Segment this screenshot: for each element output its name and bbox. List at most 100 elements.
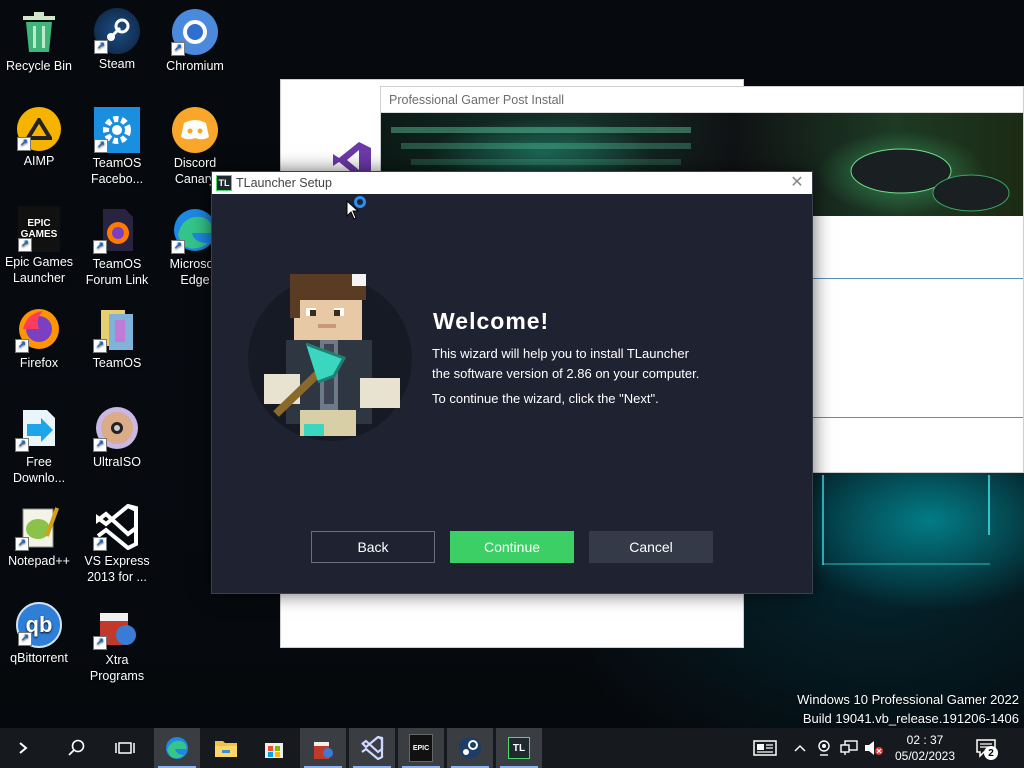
shortcut-arrow-icon: ↗	[93, 339, 107, 353]
clock[interactable]: 02 : 37 05/02/2023	[888, 728, 962, 768]
xtra-programs-icon: ↗	[93, 602, 141, 650]
shortcut-arrow-icon: ↗	[93, 537, 107, 551]
recycle-bin-icon	[15, 8, 63, 56]
clock-date: 05/02/2023	[894, 749, 956, 763]
qbittorrent-icon: qb ↗	[16, 602, 62, 648]
desktop-icon-vs-express[interactable]: ↗ VS Express 2013 for ...	[78, 503, 156, 585]
wallpaper-glow-line	[822, 563, 990, 565]
visual-studio-icon	[361, 736, 384, 760]
shortcut-arrow-icon: ↗	[17, 137, 31, 151]
taskbar-app-steam[interactable]	[447, 728, 493, 768]
notepad-plus-plus-icon: ↗	[15, 503, 63, 551]
keyboard-keys	[401, 143, 691, 149]
gamepad-icon	[850, 148, 1010, 212]
desktop-icon-label: Firefox	[19, 356, 59, 370]
desktop-icon-qbittorrent[interactable]: qb ↗ qBittorrent	[0, 602, 78, 666]
desktop-icon-steam[interactable]: ↗ Steam	[78, 8, 156, 72]
shortcut-arrow-icon: ↗	[94, 40, 108, 54]
task-view-icon[interactable]	[102, 728, 148, 768]
desktop-icon-epic-games[interactable]: EPIC GAMES ↗ Epic Games Launcher	[0, 206, 78, 286]
discord-icon	[172, 107, 218, 153]
desktop-icon-label: Chromium	[166, 59, 224, 73]
keyboard-keys	[411, 159, 681, 165]
visual-studio-icon: ↗	[93, 503, 141, 551]
taskbar-app-edge[interactable]	[154, 728, 200, 768]
taskbar-app-tlauncher[interactable]: TL	[496, 728, 542, 768]
welcome-heading: Welcome!	[433, 308, 550, 334]
desktop-icon-aimp[interactable]: ↗ AIMP	[0, 107, 78, 169]
wallpaper-glow-line	[988, 475, 990, 535]
desktop-icon-label: VS Express 2013 for ...	[84, 554, 150, 584]
qbittorrent-logo-text: qb	[25, 612, 53, 637]
shortcut-arrow-icon: ↗	[18, 238, 32, 252]
taskbar-app-file-explorer[interactable]	[203, 728, 249, 768]
notification-center-icon[interactable]: 2	[970, 728, 1004, 768]
shortcut-arrow-icon: ↗	[171, 240, 185, 254]
edge-icon	[166, 737, 188, 759]
taskbar-app-xtra-programs[interactable]	[300, 728, 346, 768]
tlauncher-icon: TL	[216, 175, 232, 191]
epic-logo-text: EPIC GAMES	[20, 218, 58, 240]
taskbar-app-store[interactable]	[251, 728, 297, 768]
notification-count-badge: 2	[984, 746, 998, 760]
tlauncher-setup-dialog[interactable]: TL TLauncher Setup ✕ Welcome! This wizar…	[211, 171, 813, 594]
desktop-icon-label: TeamOS Facebo...	[90, 156, 144, 186]
shortcut-arrow-icon: ↗	[171, 42, 185, 56]
desktop-icon-label: TeamOS Forum Link	[85, 257, 149, 287]
clock-time: 02 : 37	[906, 733, 944, 747]
shortcut-arrow-icon: ↗	[93, 438, 107, 452]
shortcut-arrow-icon: ↗	[15, 537, 29, 551]
disc-icon: ↗	[93, 404, 141, 452]
desktop-icon-recycle-bin[interactable]: Recycle Bin	[0, 8, 78, 74]
volume-muted-icon[interactable]	[862, 728, 886, 768]
desktop-icon-label: AIMP	[23, 154, 55, 168]
wizard-description: This wizard will help you to install TLa…	[432, 344, 699, 384]
close-icon[interactable]: ✕	[788, 174, 806, 192]
desktop-icon-firefox[interactable]: ↗ Firefox	[0, 305, 78, 371]
steam-icon: ↗	[94, 8, 140, 54]
desktop-icon-xtra-programs[interactable]: ↗ Xtra Programs	[78, 602, 156, 684]
desktop-icon-teamos-forum-link[interactable]: ↗ TeamOS Forum Link	[78, 206, 156, 288]
wallpaper-glow-line	[822, 475, 824, 565]
shortcut-arrow-icon: ↗	[15, 438, 29, 452]
desktop-icon-label: TeamOS	[92, 356, 142, 370]
free-download-manager-icon: ↗	[15, 404, 63, 452]
taskbar-app-visual-studio[interactable]	[349, 728, 395, 768]
webcam-icon[interactable]	[814, 728, 834, 768]
taskbar-app-epic-games[interactable]: EPIC	[398, 728, 444, 768]
cancel-button[interactable]: Cancel	[589, 531, 713, 563]
dialog-titlebar[interactable]: TL TLauncher Setup ✕	[212, 172, 812, 194]
taskbar: EPIC TL 02 : 37 05/02/2023 2	[0, 728, 1024, 768]
continue-button[interactable]: Continue	[450, 531, 574, 563]
tray-overflow-icon[interactable]	[790, 728, 810, 768]
minecraft-avatar-image	[248, 264, 418, 454]
desktop-icon-ultraiso[interactable]: ↗ UltraISO	[78, 404, 156, 470]
desktop-icon-chromium[interactable]: ↗ Chromium	[156, 8, 234, 74]
wizard-instruction: To continue the wizard, click the "Next"…	[432, 391, 659, 406]
teamos-icon: ↗	[93, 305, 141, 353]
file-explorer-icon	[215, 741, 237, 757]
back-button[interactable]: Back	[311, 531, 435, 563]
desktop-icon-free-download-manager[interactable]: ↗ Free Downlo...	[0, 404, 78, 486]
start-chevron-icon[interactable]	[0, 728, 46, 768]
os-edition-watermark: Windows 10 Professional Gamer 2022	[797, 692, 1019, 707]
gear-icon: ↗	[94, 107, 140, 153]
desktop-icon-notepad-plus-plus[interactable]: ↗ Notepad++	[0, 503, 78, 569]
description-line: This wizard will help you to install TLa…	[432, 346, 689, 361]
desktop-icon-label: UltraISO	[93, 455, 141, 469]
desktop-icon-teamos[interactable]: ↗ TeamOS	[78, 305, 156, 371]
tlauncher-icon: TL	[508, 737, 530, 759]
network-icon[interactable]	[837, 728, 861, 768]
desktop-icon-teamos-facebook[interactable]: ↗ TeamOS Facebo...	[78, 107, 156, 187]
aimp-icon: ↗	[17, 107, 61, 151]
desktop-icon-label: qBittorrent	[10, 651, 68, 665]
store-icon	[265, 743, 283, 758]
shortcut-arrow-icon: ↗	[18, 632, 32, 646]
chromium-icon: ↗	[171, 8, 219, 56]
shortcut-arrow-icon: ↗	[15, 339, 29, 353]
desktop-icon-label: Free Downlo...	[12, 455, 66, 485]
firefox-file-icon: ↗	[93, 206, 141, 254]
search-icon[interactable]	[54, 728, 100, 768]
shortcut-arrow-icon: ↗	[93, 240, 107, 254]
news-widget-icon[interactable]	[750, 728, 780, 768]
